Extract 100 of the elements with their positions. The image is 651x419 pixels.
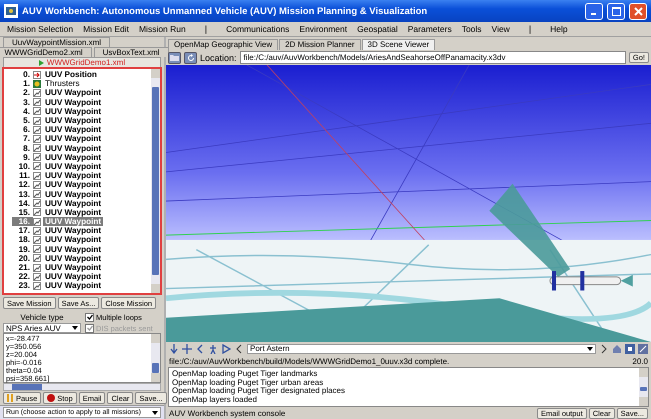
thruster-icon [33, 80, 41, 88]
scrollbar[interactable] [639, 368, 648, 406]
location-field[interactable]: file:/C:/auv/AuvWorkbench/Models/AriesAndSeahorseOffPanamacity.x3dv [240, 51, 626, 64]
examine-icon[interactable] [221, 344, 231, 354]
list-item[interactable]: UUV Waypoint [43, 235, 104, 244]
view-tab[interactable]: 2D Mission Planner [279, 39, 361, 50]
scrollbar-thumb[interactable] [640, 387, 647, 391]
mission-tab[interactable]: UuvWaypointMission.xml [3, 37, 110, 47]
folder-icon [170, 54, 179, 61]
list-item[interactable]: UUV Waypoint [43, 226, 104, 236]
item-number: 21. [18, 263, 31, 272]
caret-icon [152, 410, 158, 414]
previous-icon[interactable] [234, 344, 244, 354]
list-item[interactable]: UUV Waypoint [43, 98, 104, 107]
scrollbar[interactable] [151, 334, 160, 382]
viewpoint-dropdown[interactable]: Port Astern [247, 344, 596, 354]
item-number: 10. [18, 162, 31, 171]
mission-tab[interactable]: UsvBoxText.xml [94, 47, 169, 57]
item-number: 7. [22, 134, 31, 144]
mission-tab[interactable]: WWWGridDemo1.xml [3, 57, 161, 67]
status-value: 20.0 [632, 356, 648, 366]
console-line: OpenMap layers loaded [172, 396, 257, 404]
item-number: 9. [22, 152, 31, 162]
fit-icon[interactable] [625, 344, 635, 354]
list-item[interactable]: UUV Waypoint [43, 272, 104, 282]
caret-icon [587, 346, 593, 350]
menu-item[interactable]: View [486, 24, 515, 34]
list-item[interactable]: UUV Waypoint [43, 180, 104, 190]
menu-item[interactable]: Mission Edit [78, 24, 134, 34]
item-number: 16. [12, 217, 33, 226]
vehicle-dropdown[interactable]: NPS Aries AUV [3, 323, 81, 333]
reload-icon [186, 54, 194, 62]
horizontal-scrollbar[interactable] [3, 383, 161, 391]
item-number: 23. [18, 281, 31, 290]
list-item[interactable]: UUV Waypoint [43, 106, 104, 116]
console-line: OpenMap loading Puget Tiger urban areas [172, 378, 324, 387]
menu-item[interactable]: Geospatial [352, 24, 403, 34]
list-item[interactable]: UUV Waypoint [43, 281, 104, 290]
menu-item[interactable]: Mission Run [134, 24, 191, 34]
list-item[interactable]: UUV Waypoint [43, 116, 104, 126]
scrollbar-thumb[interactable] [152, 87, 159, 275]
item-number: 22. [18, 272, 31, 282]
list-item[interactable]: UUV Waypoint [43, 244, 104, 254]
menu-item[interactable]: Help [545, 24, 573, 34]
pan-icon[interactable] [182, 344, 192, 354]
item-number: 3. [22, 98, 31, 107]
list-item[interactable]: UUV Waypoint [43, 198, 104, 208]
console-line: OpenMap loading Puget Tiger designated places [172, 387, 346, 396]
maximize-icon [612, 6, 620, 16]
menu-item[interactable]: Mission Selection [2, 24, 78, 34]
stop-icon [47, 394, 56, 402]
scrollbar-thumb[interactable] [152, 363, 159, 373]
list-item[interactable]: UUV Waypoint [43, 171, 104, 180]
view-tab[interactable]: 3D Scene Viewer [362, 39, 436, 50]
open-button[interactable] [168, 52, 181, 64]
item-number: 19. [18, 244, 31, 254]
item-number: 20. [18, 254, 31, 263]
menu-item[interactable]: Parameters [402, 24, 457, 34]
list-item[interactable]: UUV Waypoint [43, 88, 104, 98]
maximize-button[interactable] [607, 2, 625, 20]
menu-item[interactable]: Communications [221, 24, 294, 34]
list-item[interactable]: Thrusters [43, 79, 82, 88]
list-item[interactable]: UUV Waypoint [43, 125, 104, 134]
scrollbar[interactable] [151, 69, 160, 293]
mission-tab[interactable]: WWWGridDemo2.xml [0, 47, 92, 57]
walk-icon[interactable] [208, 344, 218, 354]
list-item[interactable]: UUV Waypoint [43, 162, 104, 171]
checkbox[interactable] [85, 312, 94, 322]
reload-button[interactable] [184, 52, 197, 64]
minimize-button[interactable] [585, 2, 603, 20]
list-item[interactable]: UUV Waypoint [43, 144, 104, 153]
item-number: 5. [22, 116, 31, 126]
fly-icon[interactable] [169, 344, 179, 354]
item-number: 14. [18, 198, 31, 208]
list-item[interactable]: UUV Waypoint [43, 263, 104, 272]
app-icon [4, 4, 18, 18]
menu-item[interactable]: Tools [456, 24, 487, 34]
console-line: OpenMap loading Puget Tiger landmarks [172, 370, 318, 378]
close-button[interactable] [629, 2, 647, 20]
next-icon[interactable] [599, 344, 609, 354]
scrollbar-thumb[interactable] [12, 384, 42, 390]
location-label: Location: [200, 52, 237, 62]
list-item[interactable]: UUV Waypoint [43, 134, 104, 144]
menu-separator: | [528, 24, 532, 34]
item-number: 17. [18, 226, 31, 236]
console-label: AUV Workbench system console [169, 408, 286, 418]
status-text: file:/C:/auv/AuvWorkbench/build/Models/WWWGridDemo1_0uuv.x3d complete. [169, 356, 450, 366]
list-item[interactable]: UUV Waypoint [43, 190, 104, 199]
view-tab[interactable]: OpenMap Geographic View [168, 39, 278, 50]
menu-item[interactable]: Environment [294, 24, 352, 34]
item-number: 6. [22, 125, 31, 134]
item-number: 8. [22, 144, 31, 153]
list-item[interactable]: UUV Waypoint [43, 217, 104, 226]
item-number: 1. [22, 79, 31, 88]
play-icon [38, 60, 44, 66]
pause-icon [7, 394, 14, 402]
list-item[interactable]: UUV Position [43, 70, 99, 80]
list-item[interactable]: UUV Waypoint [43, 208, 104, 217]
list-item[interactable]: UUV Waypoint [43, 254, 104, 263]
list-item[interactable]: UUV Waypoint [43, 152, 104, 162]
